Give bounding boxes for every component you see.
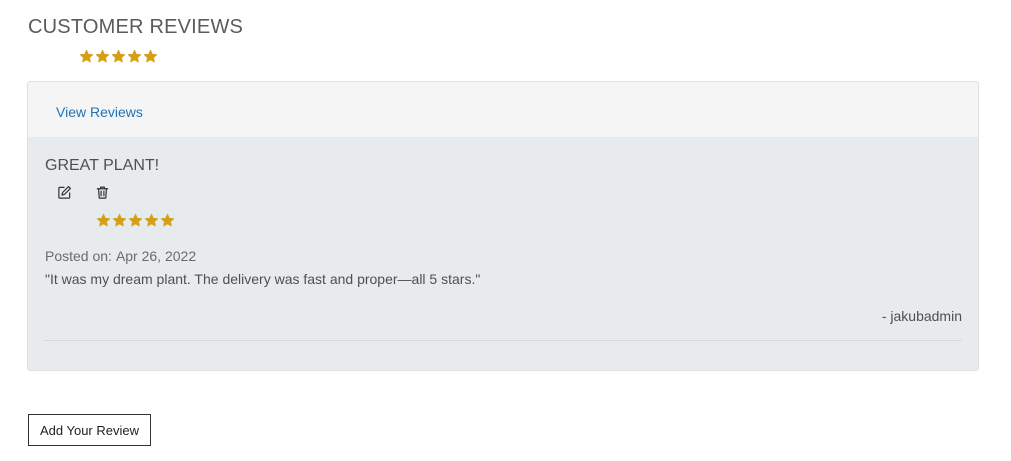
reviews-card: View Reviews GREAT PLANT! Posted on: Apr … [27, 81, 979, 371]
view-reviews-link[interactable]: View Reviews [56, 104, 143, 120]
posted-date-line: Posted on: Apr 26, 2022 [45, 248, 196, 264]
review-text: "It was my dream plant. The delivery was… [45, 271, 481, 287]
review-star-rating [96, 213, 175, 228]
star-icon [79, 49, 94, 63]
review-title: GREAT PLANT! [45, 157, 160, 174]
star-icon [143, 49, 158, 63]
star-icon [112, 213, 127, 227]
review-divider [44, 340, 962, 341]
edit-review-button[interactable] [55, 183, 73, 201]
posted-date: Apr 26, 2022 [115, 248, 197, 264]
star-icon [96, 213, 111, 227]
add-review-button[interactable]: Add Your Review [28, 414, 151, 446]
star-icon [127, 49, 142, 63]
posted-label: Posted on: [45, 248, 112, 264]
reviews-card-header: View Reviews [28, 82, 978, 138]
edit-icon [57, 185, 71, 199]
star-icon [144, 213, 159, 227]
summary-star-rating [79, 49, 158, 64]
star-icon [95, 49, 110, 63]
trash-icon [96, 186, 108, 199]
delete-review-button[interactable] [93, 183, 111, 201]
star-icon [128, 213, 143, 227]
review-author: - jakubadmin [881, 308, 962, 324]
star-icon [160, 213, 175, 227]
section-title: CUSTOMER REVIEWS [28, 16, 244, 38]
star-icon [111, 49, 126, 63]
